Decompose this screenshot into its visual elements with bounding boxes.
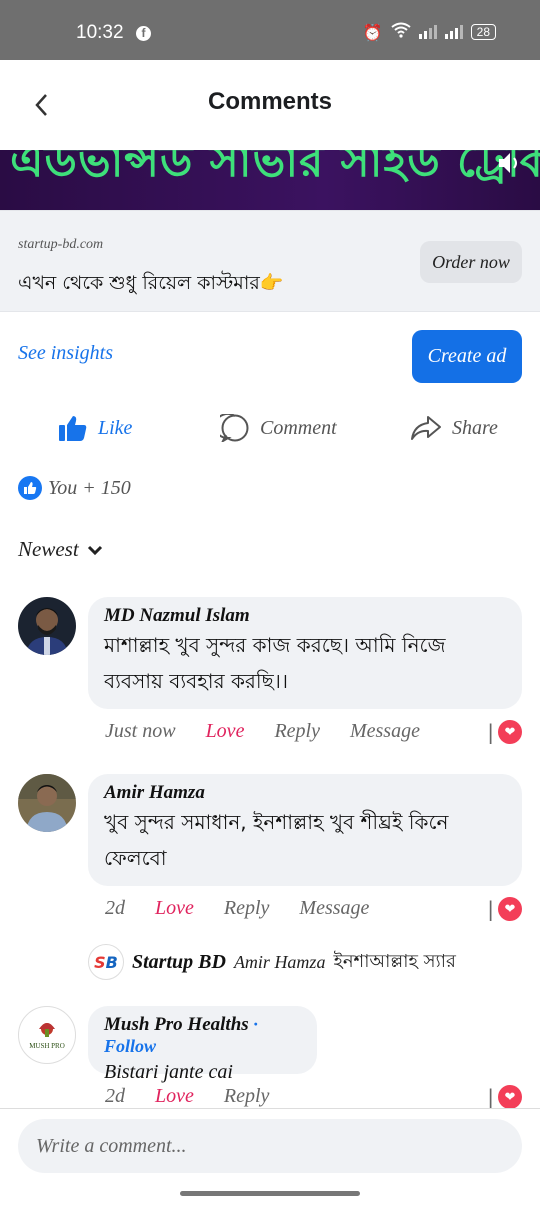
- reply-mention[interactable]: Amir Hamza: [234, 952, 326, 973]
- create-ad-button[interactable]: Create ad: [412, 330, 522, 383]
- avatar[interactable]: [18, 597, 76, 655]
- love-button[interactable]: Love: [206, 720, 245, 743]
- comment-time: 2d: [105, 1085, 125, 1107]
- comment-input[interactable]: Write a comment...: [18, 1119, 522, 1173]
- page-title: Comments: [207, 88, 333, 115]
- reply-button[interactable]: Reply: [274, 720, 320, 743]
- facebook-notification-icon: f: [136, 26, 151, 41]
- comment-time: 2d: [105, 897, 125, 919]
- comment-bubble: Amir Hamza খুব সুন্দর সমাধান, ইনশাল্লাহ …: [88, 774, 522, 886]
- chevron-down-icon: [87, 545, 102, 555]
- share-label: Share: [452, 416, 498, 439]
- heart-icon: ❤: [498, 1085, 522, 1109]
- comment-meta: 2d Love Reply: [105, 1085, 269, 1108]
- wifi-icon: [391, 22, 411, 42]
- reaction-summary[interactable]: You + 150: [18, 476, 131, 500]
- comment-reaction[interactable]: | ❤: [487, 720, 522, 744]
- reply-button[interactable]: Reply: [224, 897, 270, 920]
- love-button[interactable]: Love: [155, 897, 194, 920]
- comment-bubble: Mush Pro Healths · Follow Bistari jante …: [88, 1006, 317, 1083]
- signal-icon-2: [444, 25, 463, 39]
- post-actions: Like Comment Share: [0, 408, 540, 456]
- comment-icon: [220, 414, 249, 442]
- comment-text: Bistari jante cai: [104, 1061, 233, 1083]
- like-label: Like: [98, 416, 133, 439]
- comment-author-row: Mush Pro Healths · Follow: [104, 1014, 301, 1058]
- order-now-button[interactable]: Order now: [420, 241, 522, 283]
- like-button[interactable]: Like: [58, 414, 132, 442]
- comment-reaction[interactable]: | ❤: [487, 897, 522, 921]
- message-button[interactable]: Message: [350, 720, 420, 743]
- thumbs-up-icon: [59, 416, 87, 441]
- svg-text:MUSH PRO: MUSH PRO: [29, 1042, 65, 1050]
- header: Comments: [0, 60, 540, 150]
- love-button[interactable]: Love: [155, 1085, 194, 1108]
- comment-author[interactable]: MD Nazmul Islam: [104, 605, 506, 627]
- comment-reaction[interactable]: | ❤: [487, 1085, 522, 1109]
- share-icon: [411, 416, 441, 440]
- avatar[interactable]: [18, 774, 76, 832]
- ad-domain: startup-bd.com: [18, 237, 104, 252]
- comment-button[interactable]: Comment: [220, 414, 337, 442]
- speaker-icon[interactable]: [496, 150, 522, 176]
- heart-icon: ❤: [498, 720, 522, 744]
- ad-video-banner[interactable]: এডভান্সড সাভার সাইড ট্রেকিং: [0, 150, 540, 210]
- comment-author[interactable]: Mush Pro Healths: [104, 1014, 249, 1035]
- ad-headline: এখন থেকে শুধু রিয়েল কাস্টমার👉: [18, 272, 284, 294]
- comment-reply[interactable]: SB Startup BD Amir Hamza ইনশাআল্লাহ স্যা…: [88, 944, 456, 980]
- reply-text: ইনশাআল্লাহ স্যার: [333, 950, 456, 972]
- sort-label: Newest: [18, 537, 79, 561]
- see-insights-link[interactable]: See insights: [18, 342, 113, 365]
- reply-author[interactable]: Startup BD: [132, 951, 226, 974]
- heart-icon: ❤: [498, 897, 522, 921]
- reaction-count: You + 150: [48, 476, 131, 499]
- status-icons: ⏰ 28: [363, 22, 496, 42]
- startup-bd-logo[interactable]: SB: [88, 944, 124, 980]
- comment-bubble: MD Nazmul Islam মাশাল্লাহ খুব সুন্দর কাজ…: [88, 597, 522, 709]
- comment-composer-area: Write a comment...: [0, 1108, 540, 1206]
- comment-meta: 2d Love Reply Message: [105, 897, 369, 920]
- avatar[interactable]: MUSH PRO: [18, 1006, 76, 1064]
- comment-meta: Just now Love Reply Message: [105, 720, 420, 743]
- share-button[interactable]: Share: [410, 414, 498, 442]
- alarm-icon: ⏰: [362, 22, 383, 42]
- comment-text: মাশাল্লাহ খুব সুন্দর কাজ করছে। আমি নিজে …: [104, 633, 446, 693]
- message-button[interactable]: Message: [299, 897, 369, 920]
- comment-label: Comment: [260, 416, 337, 439]
- comment-time: Just now: [105, 720, 176, 742]
- battery-icon: 28: [470, 24, 496, 40]
- sort-dropdown[interactable]: Newest: [18, 537, 103, 562]
- banner-text: এডভান্সড সাভার সাইড ট্রেকিং: [10, 150, 540, 187]
- status-bar: 10:32 f ⏰ 28: [0, 0, 540, 60]
- comment-author[interactable]: Amir Hamza: [104, 782, 506, 804]
- home-indicator[interactable]: [180, 1191, 360, 1196]
- signal-icon: [418, 25, 437, 39]
- ad-link-bar[interactable]: startup-bd.com এখন থেকে শুধু রিয়েল কাস্…: [0, 210, 540, 312]
- comment-text: খুব সুন্দর সমাধান, ইনশাল্লাহ খুব শীঘ্রই …: [104, 810, 449, 870]
- reply-button[interactable]: Reply: [224, 1085, 270, 1108]
- status-time: 10:32: [76, 22, 124, 43]
- like-reaction-icon: [18, 476, 42, 500]
